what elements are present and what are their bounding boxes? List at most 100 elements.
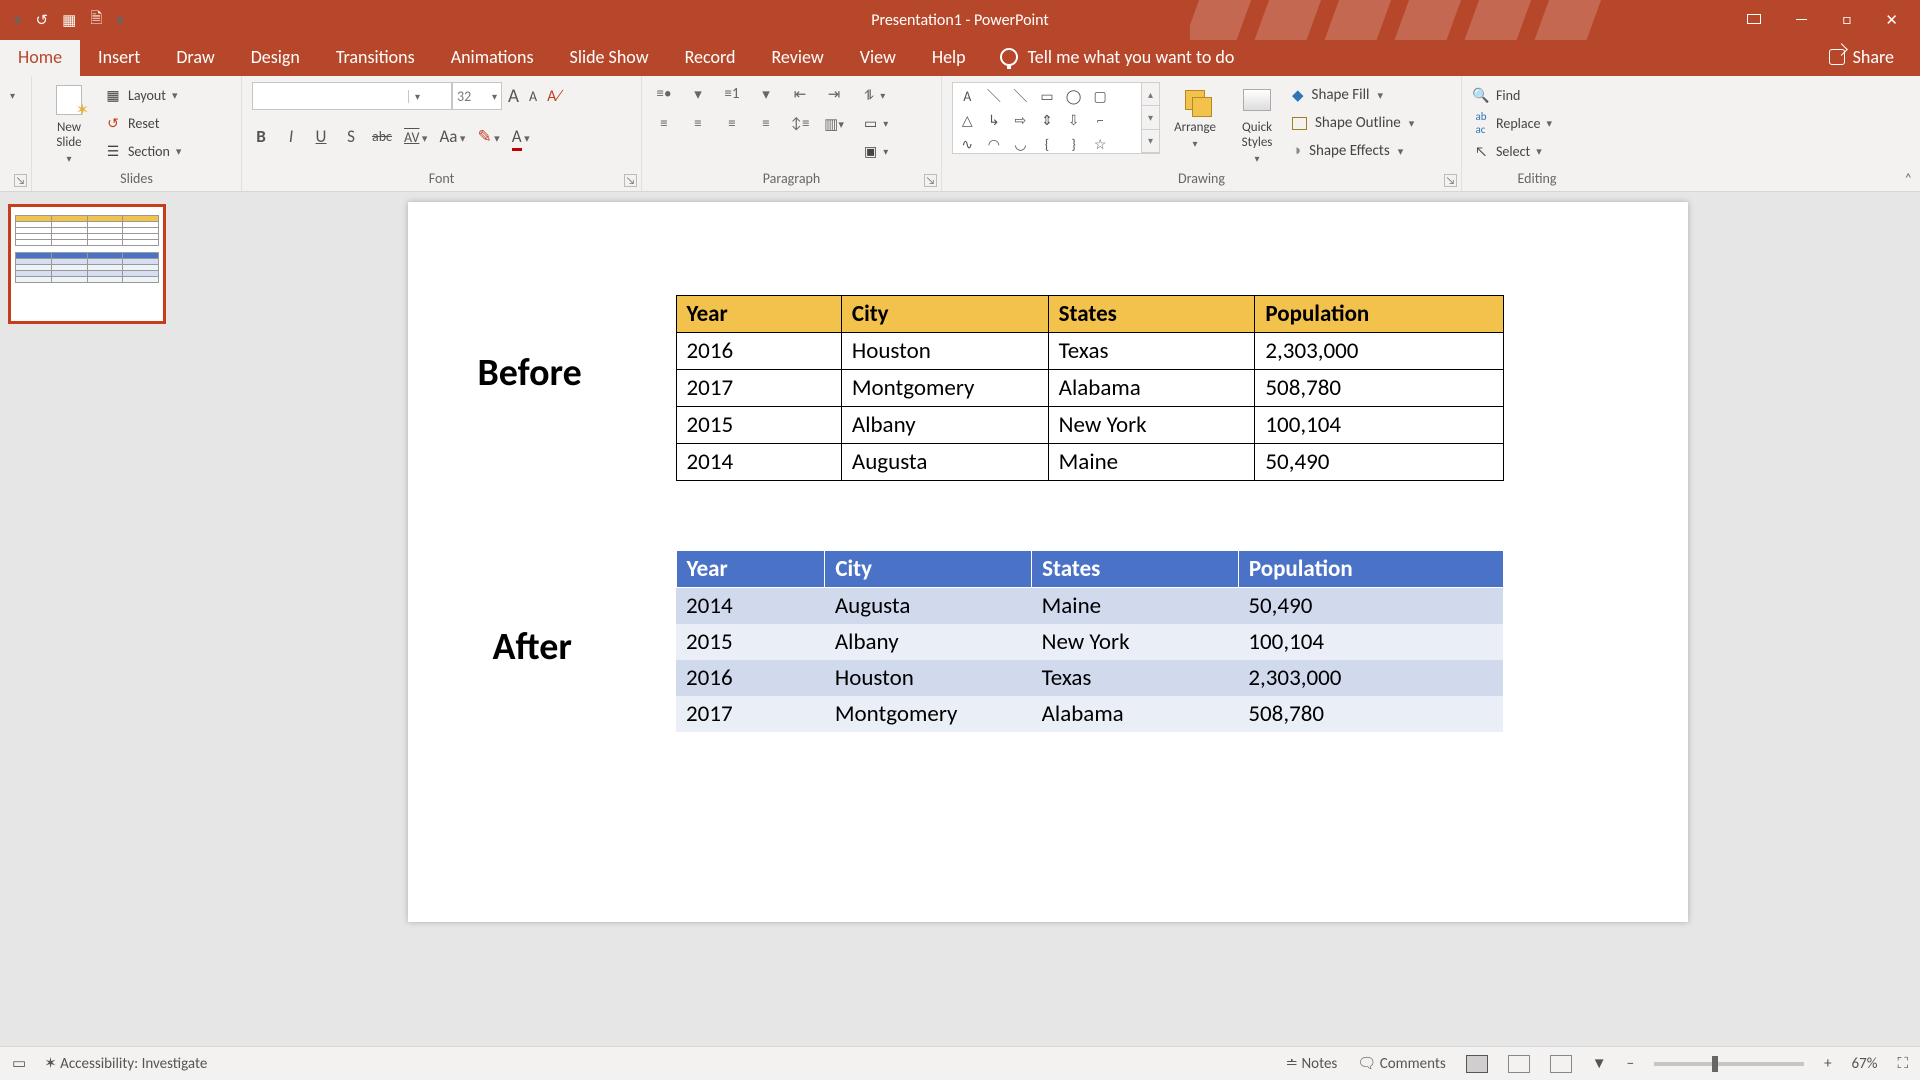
shape-lbrace-icon[interactable]: { xyxy=(1035,133,1060,155)
fit-to-window-button[interactable]: ⛶ xyxy=(1897,1055,1908,1073)
qat-customize-dropdown[interactable]: ▾ xyxy=(14,11,22,30)
reset-button[interactable]: ↺Reset xyxy=(104,110,181,136)
shape-roundrect-icon[interactable]: ▢ xyxy=(1088,85,1113,107)
shape-effects-button[interactable]: ◑Shape Effects xyxy=(1292,138,1414,164)
table-cell[interactable]: Alabama xyxy=(1032,696,1239,732)
maximize-button[interactable]: □ xyxy=(1842,11,1851,29)
comments-button[interactable]: 🗨 Comments xyxy=(1357,1054,1445,1073)
section-button[interactable]: ☰Section xyxy=(104,138,181,164)
table-row[interactable]: 2014AugustaMaine50,490 xyxy=(676,588,1503,625)
slide-1[interactable]: Before After YearCityStatesPopulation 20… xyxy=(408,202,1688,922)
table-cell[interactable]: Augusta xyxy=(825,588,1032,625)
table-row[interactable]: 2017MontgomeryAlabama508,780 xyxy=(676,370,1503,407)
table-cell[interactable]: 2016 xyxy=(676,333,841,370)
tab-record[interactable]: Record xyxy=(667,38,754,76)
shape-textbox-icon[interactable]: A xyxy=(955,85,980,107)
new-slide-button[interactable]: ✶ New Slide ▾ xyxy=(42,82,96,165)
table-cell[interactable]: Montgomery xyxy=(841,370,1048,407)
table-row[interactable]: 2015AlbanyNew York100,104 xyxy=(676,407,1503,444)
arrange-button[interactable]: Arrange▾ xyxy=(1168,82,1222,150)
align-center-button[interactable]: ≡ xyxy=(686,112,710,136)
tell-me-search[interactable]: Tell me what you want to do xyxy=(984,38,1251,76)
minimize-button[interactable]: — xyxy=(1795,11,1809,29)
table-cell[interactable]: 2017 xyxy=(676,696,825,732)
shape-star-icon[interactable]: ☆ xyxy=(1088,133,1113,155)
table-row[interactable]: 2015AlbanyNew York100,104 xyxy=(676,624,1503,660)
table-cell[interactable]: 100,104 xyxy=(1255,407,1503,444)
table-cell[interactable]: 2,303,000 xyxy=(1238,660,1503,696)
normal-view-button[interactable] xyxy=(1466,1055,1488,1073)
shape-oval-icon[interactable]: ◯ xyxy=(1061,85,1086,107)
tab-animations[interactable]: Animations xyxy=(433,38,552,76)
table-cell[interactable]: Houston xyxy=(825,660,1032,696)
shape-triangle-icon[interactable]: △ xyxy=(955,109,980,131)
table-cell[interactable]: 508,780 xyxy=(1238,696,1503,732)
start-from-beginning-button[interactable]: ▦ xyxy=(62,11,76,30)
decrease-indent-button[interactable]: ⇤ xyxy=(788,82,812,106)
after-table[interactable]: YearCityStatesPopulation 2014AugustaMain… xyxy=(676,550,1504,732)
align-text-button[interactable]: ▭▾ xyxy=(864,110,888,136)
shapes-gallery[interactable]: A＼＼▭◯▢ △↳⇨⇕⇩⌐ ∿◠◡{}☆ xyxy=(952,82,1142,154)
font-name-input[interactable] xyxy=(253,88,408,105)
shape-outline-button[interactable]: Shape Outline xyxy=(1292,110,1414,136)
tab-slideshow[interactable]: Slide Show xyxy=(552,38,667,76)
shape-arrow-d-icon[interactable]: ⇩ xyxy=(1061,109,1086,131)
font-size-combo[interactable]: 32▾ xyxy=(452,82,502,110)
accessibility-status[interactable]: ✶ Accessibility: Investigate xyxy=(44,1054,207,1073)
table-row[interactable]: 2016HoustonTexas2,303,000 xyxy=(676,333,1503,370)
font-name-combo[interactable]: ▾ xyxy=(252,82,452,110)
shape-fill-button[interactable]: ◆Shape Fill xyxy=(1292,82,1414,108)
qat-more-dropdown[interactable]: ▾ xyxy=(116,11,124,30)
shape-line-icon[interactable]: ＼ xyxy=(982,85,1007,107)
slide-sorter-view-button[interactable] xyxy=(1508,1055,1530,1073)
slide-thumbnail-1[interactable] xyxy=(8,204,166,324)
paragraph-launcher[interactable]: ↘ xyxy=(924,174,937,187)
italic-button[interactable]: I xyxy=(282,126,300,147)
shapes-gallery-scroll[interactable]: ▴▾▾ xyxy=(1142,82,1160,154)
table-cell[interactable]: Alabama xyxy=(1048,370,1255,407)
table-cell[interactable]: 2017 xyxy=(676,370,841,407)
replace-button[interactable]: abacReplace xyxy=(1472,110,1552,136)
font-color-button[interactable]: A xyxy=(512,126,530,147)
table-cell[interactable]: Montgomery xyxy=(825,696,1032,732)
zoom-in-button[interactable]: + xyxy=(1824,1055,1831,1073)
paste-button[interactable]: ▾ xyxy=(10,82,15,108)
table-row[interactable]: 2017MontgomeryAlabama508,780 xyxy=(676,696,1503,732)
table-cell[interactable]: 50,490 xyxy=(1238,588,1503,625)
collapse-ribbon-button[interactable]: ˄ xyxy=(1904,170,1912,187)
table-cell[interactable]: Maine xyxy=(1048,444,1255,481)
table-cell[interactable]: Albany xyxy=(825,624,1032,660)
table-cell[interactable]: 2015 xyxy=(676,624,825,660)
table-row[interactable]: 2016HoustonTexas2,303,000 xyxy=(676,660,1503,696)
undo-button[interactable]: ↺ xyxy=(36,11,49,30)
table-row[interactable]: 2014AugustaMaine50,490 xyxy=(676,444,1503,481)
table-cell[interactable]: New York xyxy=(1032,624,1239,660)
zoom-slider-thumb[interactable] xyxy=(1712,1056,1718,1072)
new-file-button[interactable]: 🗎 xyxy=(90,8,102,33)
bold-button[interactable]: B xyxy=(252,126,270,147)
table-cell[interactable]: Albany xyxy=(841,407,1048,444)
shape-line2-icon[interactable]: ＼ xyxy=(1008,85,1033,107)
table-cell[interactable]: New York xyxy=(1048,407,1255,444)
zoom-out-button[interactable]: − xyxy=(1627,1055,1634,1073)
tab-review[interactable]: Review xyxy=(753,38,841,76)
shape-lbrace-look-icon[interactable]: ⌐ xyxy=(1088,109,1113,131)
close-button[interactable]: ✕ xyxy=(1885,11,1898,30)
notes-button[interactable]: ≐ Notes xyxy=(1286,1054,1338,1073)
shape-rect-icon[interactable]: ▭ xyxy=(1035,85,1060,107)
strikethrough-button[interactable]: abc xyxy=(372,128,392,145)
highlight-button[interactable]: ✎ xyxy=(477,126,499,147)
shape-curve-icon[interactable]: ∿ xyxy=(955,133,980,155)
shape-arrow-ud-icon[interactable]: ⇕ xyxy=(1035,109,1060,131)
tab-help[interactable]: Help xyxy=(914,38,984,76)
table-cell[interactable]: Texas xyxy=(1032,660,1239,696)
clear-formatting-button[interactable]: A⁄ xyxy=(547,87,562,106)
grow-font-button[interactable]: A xyxy=(508,85,519,108)
tab-home[interactable]: Home xyxy=(0,38,80,76)
shape-arc2-icon[interactable]: ◡ xyxy=(1008,133,1033,155)
before-table[interactable]: YearCityStatesPopulation 2016HoustonTexa… xyxy=(676,295,1504,481)
table-cell[interactable]: 100,104 xyxy=(1238,624,1503,660)
table-cell[interactable]: 2015 xyxy=(676,407,841,444)
change-case-button[interactable]: Aa xyxy=(439,126,465,147)
shape-connector-icon[interactable]: ↳ xyxy=(982,109,1007,131)
